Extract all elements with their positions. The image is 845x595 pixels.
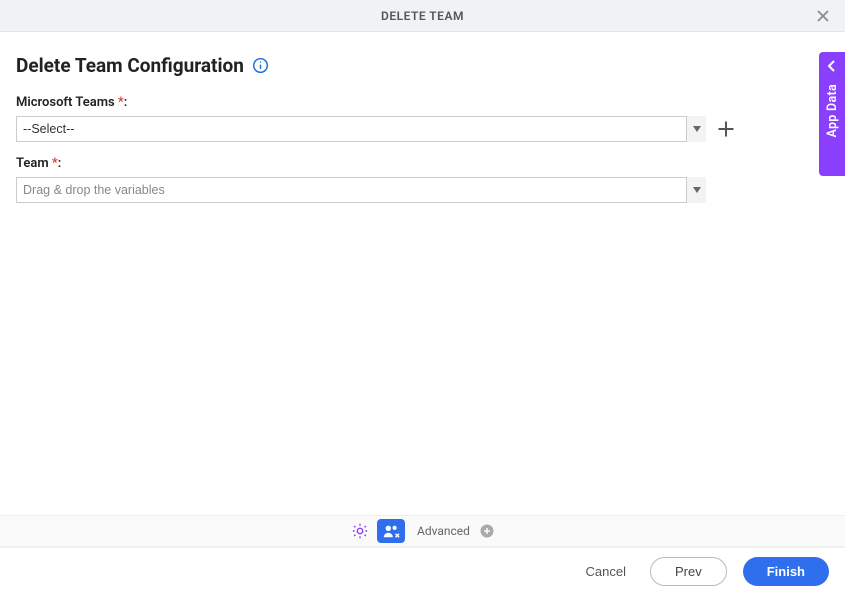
- cancel-button[interactable]: Cancel: [578, 558, 634, 585]
- chevron-down-icon[interactable]: [686, 116, 706, 142]
- microsoft-teams-select-input[interactable]: [16, 116, 706, 142]
- page-title: Delete Team Configuration: [16, 54, 244, 77]
- team-label-text: Team: [16, 156, 52, 171]
- page-title-row: Delete Team Configuration: [16, 54, 829, 77]
- microsoft-teams-label-text: Microsoft Teams: [16, 95, 118, 110]
- add-connection-button[interactable]: [716, 119, 736, 139]
- finish-button[interactable]: Finish: [743, 557, 829, 586]
- info-icon[interactable]: [252, 57, 269, 74]
- required-marker: *: [52, 156, 58, 171]
- field-microsoft-teams: Microsoft Teams *:: [16, 95, 829, 142]
- app-data-panel-toggle[interactable]: App Data: [819, 52, 845, 176]
- microsoft-teams-label: Microsoft Teams *:: [16, 95, 829, 110]
- required-marker: *: [118, 95, 124, 110]
- team-variable-input-wrap[interactable]: [16, 177, 706, 203]
- plus-circle-icon[interactable]: [480, 524, 494, 538]
- gear-icon[interactable]: [351, 522, 369, 540]
- dialog-header: DELETE TEAM: [0, 0, 845, 32]
- close-icon[interactable]: [815, 8, 831, 24]
- dialog-content: Delete Team Configuration Microsoft Team…: [0, 32, 845, 203]
- field-team: Team *:: [16, 156, 829, 203]
- footer-toolbar: Advanced: [0, 515, 845, 547]
- chevron-down-icon[interactable]: [686, 177, 706, 203]
- action-buttons: Cancel Prev Finish: [0, 547, 845, 595]
- team-label: Team *:: [16, 156, 829, 171]
- team-variable-input[interactable]: [16, 177, 706, 203]
- dialog-title: DELETE TEAM: [381, 9, 464, 23]
- prev-button[interactable]: Prev: [650, 557, 727, 586]
- app-data-label: App Data: [825, 84, 840, 138]
- chevron-left-icon: [826, 60, 838, 72]
- delete-team-action-icon[interactable]: [377, 519, 405, 543]
- advanced-label: Advanced: [417, 524, 470, 538]
- microsoft-teams-select[interactable]: [16, 116, 706, 142]
